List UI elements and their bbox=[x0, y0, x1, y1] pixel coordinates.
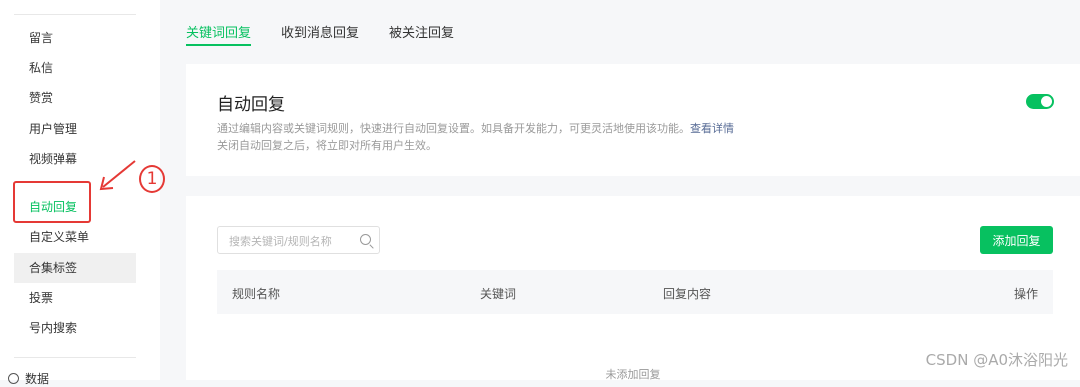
tab-follow-reply[interactable]: 被关注回复 bbox=[389, 0, 454, 44]
sidebar-item-vote[interactable]: 投票 bbox=[14, 283, 136, 313]
auto-reply-title: 自动回复 bbox=[217, 95, 285, 115]
sidebar-divider bbox=[14, 357, 136, 358]
auto-reply-toggle[interactable] bbox=[1026, 94, 1054, 109]
sidebar-item-collection-tags[interactable]: 合集标签 bbox=[14, 253, 136, 283]
reply-tabs: 关键词回复 收到消息回复 被关注回复 bbox=[186, 0, 454, 46]
add-reply-button[interactable]: 添加回复 bbox=[980, 226, 1053, 254]
annotation-arrow-1 bbox=[99, 160, 136, 191]
column-reply-content: 回复内容 bbox=[663, 287, 712, 301]
auto-reply-desc-line1: 通过编辑内容或关键词规则，快速进行自动回复设置。如具备开发能力，可更灵活地使用该… bbox=[217, 122, 690, 135]
annotation-highlight-box bbox=[13, 181, 91, 223]
column-rule-name: 规则名称 bbox=[232, 287, 281, 301]
annotation-step-1: 1 bbox=[139, 165, 165, 193]
sidebar-item-private-messages[interactable]: 私信 bbox=[14, 53, 136, 83]
sidebar-item-rewards[interactable]: 赞赏 bbox=[14, 83, 136, 113]
sidebar-item-data[interactable]: 数据 bbox=[8, 370, 49, 387]
toggle-knob bbox=[1041, 96, 1052, 107]
sidebar-item-messages[interactable]: 留言 bbox=[14, 23, 136, 53]
tab-keyword-reply[interactable]: 关键词回复 bbox=[186, 0, 252, 46]
column-actions: 操作 bbox=[1013, 287, 1038, 301]
sidebar-item-custom-menu[interactable]: 自定义菜单 bbox=[14, 222, 136, 252]
tab-message-reply[interactable]: 收到消息回复 bbox=[281, 0, 359, 44]
sidebar-item-user-management[interactable]: 用户管理 bbox=[14, 114, 136, 144]
auto-reply-desc-line2: 关闭自动回复之后，将立即对所有用户生效。 bbox=[217, 139, 437, 152]
search-icon[interactable] bbox=[360, 234, 371, 245]
rules-table-header: 规则名称 关键词 回复内容 操作 bbox=[217, 270, 1053, 314]
search-box bbox=[217, 226, 380, 255]
watermark: CSDN @A0沐浴阳光 bbox=[925, 351, 1068, 369]
sidebar-item-in-account-search[interactable]: 号内搜索 bbox=[14, 313, 136, 343]
sidebar-item-data-label: 数据 bbox=[25, 372, 50, 386]
search-input[interactable] bbox=[218, 227, 371, 255]
view-details-link[interactable]: 查看详情 bbox=[690, 122, 734, 135]
data-icon bbox=[8, 373, 19, 384]
auto-reply-card: 自动回复 通过编辑内容或关键词规则，快速进行自动回复设置。如具备开发能力，可更灵… bbox=[186, 64, 1080, 176]
column-keyword: 关键词 bbox=[480, 287, 517, 301]
sidebar-divider bbox=[14, 14, 136, 15]
auto-reply-description: 通过编辑内容或关键词规则，快速进行自动回复设置。如具备开发能力，可更灵活地使用该… bbox=[217, 120, 734, 154]
